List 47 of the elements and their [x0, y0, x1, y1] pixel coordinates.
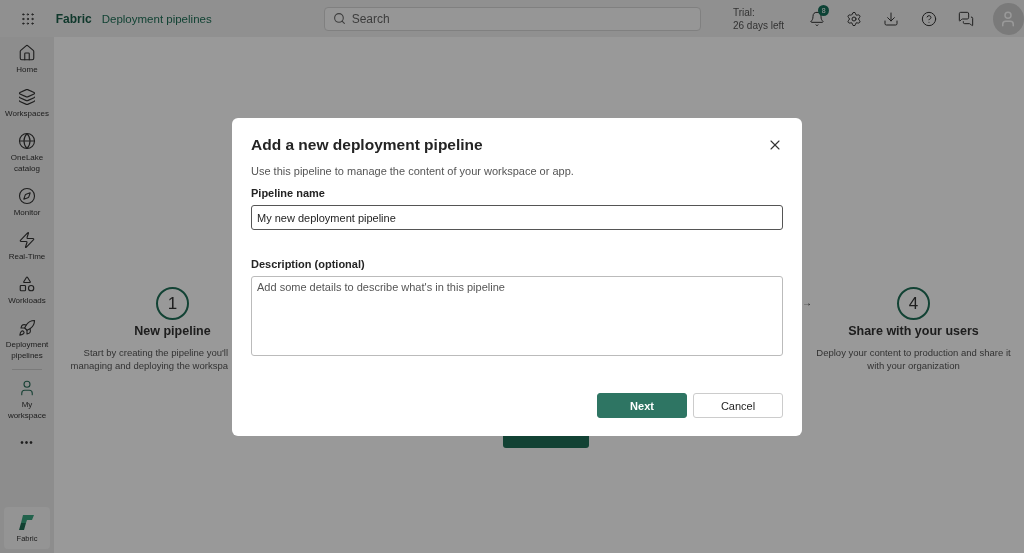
chat-icon[interactable]: [957, 10, 974, 27]
page-title[interactable]: Deployment pipelines: [101, 12, 212, 25]
step-number: 1: [156, 287, 189, 320]
layers-icon: [18, 88, 36, 106]
step-title: Share with your users: [848, 324, 979, 338]
compass-icon: [18, 187, 36, 205]
field-label: Description (optional): [251, 258, 366, 270]
sidebar-item[interactable]: My workspace: [4, 399, 50, 421]
sidebar-item[interactable]: Home: [4, 64, 50, 75]
search-field[interactable]: Search: [323, 6, 701, 31]
field-label: Pipeline name: [251, 187, 326, 199]
home-icon: [18, 44, 36, 62]
arrow-icon: →: [802, 297, 812, 308]
sidebar-item[interactable]: Workspaces: [4, 108, 50, 119]
brand-name[interactable]: Fabric: [55, 11, 92, 26]
search-icon: [332, 12, 346, 25]
step-description: Start by creating the pipeline you'll: [83, 346, 228, 359]
shapes-icon: [18, 275, 36, 293]
dialog-title: Add a new deployment pipeline: [251, 136, 483, 154]
trial-text: 26 days left: [732, 18, 785, 32]
step-description: managing and deploying the workspa: [70, 359, 228, 372]
rocket-icon: [18, 319, 36, 337]
next-button[interactable]: Next: [597, 393, 687, 418]
person-icon: [18, 379, 36, 397]
sidebar-item[interactable]: Real-Time: [4, 251, 50, 262]
download-icon[interactable]: [883, 10, 900, 27]
help-icon[interactable]: [920, 10, 937, 27]
step-title: New pipeline: [134, 324, 211, 338]
app-launcher-icon[interactable]: [20, 10, 36, 27]
bell-icon[interactable]: [808, 10, 825, 27]
step-description: with your organization: [867, 359, 960, 372]
sidebar-item[interactable]: Deployment pipelines: [4, 339, 50, 361]
step-number: 4: [897, 287, 930, 320]
fabric-logo-icon: [19, 513, 35, 531]
cancel-button[interactable]: Cancel: [693, 393, 783, 418]
globe-icon: [18, 132, 36, 150]
sidebar-item[interactable]: Monitor: [4, 207, 50, 218]
description-field[interactable]: Add some details to describe what's in this pipeline: [251, 276, 783, 356]
sidebar-item[interactable]: Workloads: [4, 295, 50, 306]
lightning-icon: [18, 231, 36, 249]
settings-icon[interactable]: [846, 10, 863, 27]
more-button[interactable]: •••: [20, 437, 34, 448]
trial-text: Trial:: [732, 5, 756, 19]
dialog-subtitle: Use this pipeline to manage the content of your workspace or app.: [251, 165, 575, 177]
name-input-field[interactable]: My new deployment pipeline: [251, 205, 783, 230]
sidebar-item[interactable]: OneLake catalog: [4, 152, 50, 174]
step-description: Deploy your content to production and share it: [816, 346, 1011, 359]
